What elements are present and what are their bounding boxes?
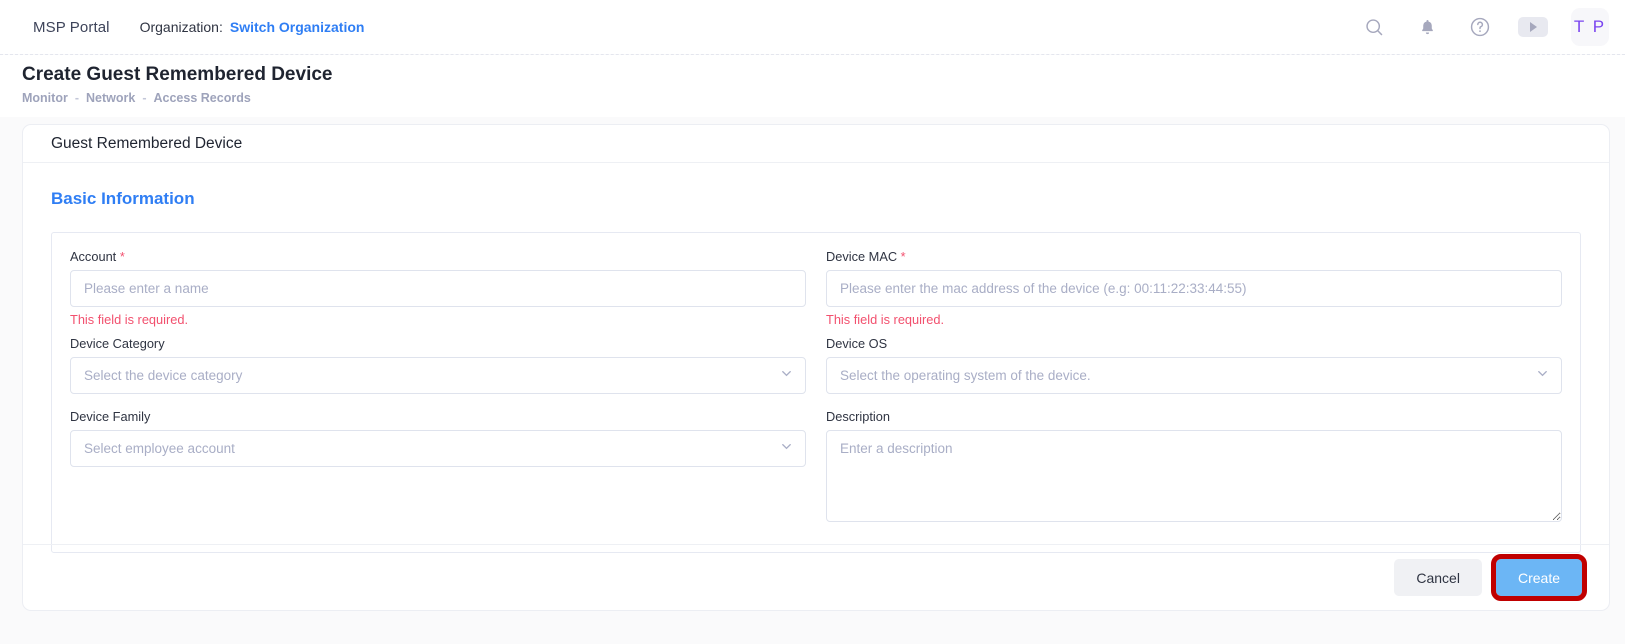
label-device-mac: Device MAC * [826,249,1562,264]
top-bar-left: MSP Portal Organization: Switch Organiza… [0,19,364,36]
section-title-basic-information: Basic Information [51,189,195,208]
page-header: Create Guest Remembered Device Monitor -… [0,55,1625,117]
account-input[interactable] [70,270,806,307]
device-family-select-wrap: Select employee account [70,430,806,467]
basic-information-fieldset: Account * This field is required. Device… [51,232,1581,553]
form-card: Guest Remembered Device Basic Informatio… [22,124,1610,611]
avatar[interactable]: T P [1571,8,1609,46]
form-column-right: Device MAC * This field is required. Dev… [826,249,1562,530]
field-device-os: Device OS Select the operating system of… [826,336,1562,394]
top-bar-right: T P [1359,8,1625,46]
description-textarea[interactable] [826,430,1562,522]
app-brand: MSP Portal [33,18,110,36]
organization-label: Organization: [139,19,223,35]
field-device-mac: Device MAC * This field is required. [826,249,1562,327]
card-body: Basic Information Account * This field i… [23,163,1609,553]
label-description: Description [826,409,891,424]
card-title: Guest Remembered Device [51,134,243,152]
device-os-select[interactable]: Select the operating system of the devic… [826,357,1562,394]
top-bar: MSP Portal Organization: Switch Organiza… [0,0,1625,54]
help-circle-icon[interactable] [1465,12,1495,42]
label-device-category: Device Category [70,336,165,351]
label-account: Account * [70,249,806,264]
required-asterisk: * [900,249,906,264]
device-os-select-wrap: Select the operating system of the devic… [826,357,1562,394]
device-family-select[interactable]: Select employee account [70,430,806,467]
breadcrumb-item-access-records[interactable]: Access Records [154,91,251,105]
label-account-text: Account [70,249,117,264]
breadcrumb: Monitor - Network - Access Records [22,91,1625,105]
play-triangle-icon [1529,22,1537,32]
breadcrumb-separator: - [142,91,147,105]
form-column-left: Account * This field is required. Device… [70,249,806,530]
field-account: Account * This field is required. [70,249,806,327]
card-header: Guest Remembered Device [23,125,1609,163]
cancel-button[interactable]: Cancel [1394,559,1482,596]
label-device-mac-text: Device MAC [826,249,898,264]
breadcrumb-item-network[interactable]: Network [86,91,135,105]
breadcrumb-separator: - [74,91,79,105]
field-device-category: Device Category Select the device catego… [70,336,806,394]
field-device-family: Device Family Select employee account [70,409,806,467]
card-footer: Cancel Create [23,544,1609,610]
breadcrumb-item-monitor[interactable]: Monitor [22,91,68,105]
device-category-select-wrap: Select the device category [70,357,806,394]
account-error-message: This field is required. [70,312,189,327]
device-mac-error-message: This field is required. [826,312,945,327]
field-description: Description [826,409,1562,527]
switch-organization-link[interactable]: Switch Organization [230,19,365,35]
required-asterisk: * [119,249,125,264]
device-mac-input[interactable] [826,270,1562,307]
page-title: Create Guest Remembered Device [22,64,333,85]
label-device-os: Device OS [826,336,888,351]
play-icon[interactable] [1518,17,1548,37]
label-device-family: Device Family [70,409,151,424]
bell-icon[interactable] [1412,12,1442,42]
device-category-select[interactable]: Select the device category [70,357,806,394]
search-icon[interactable] [1359,12,1389,42]
create-button[interactable]: Create [1490,554,1588,601]
